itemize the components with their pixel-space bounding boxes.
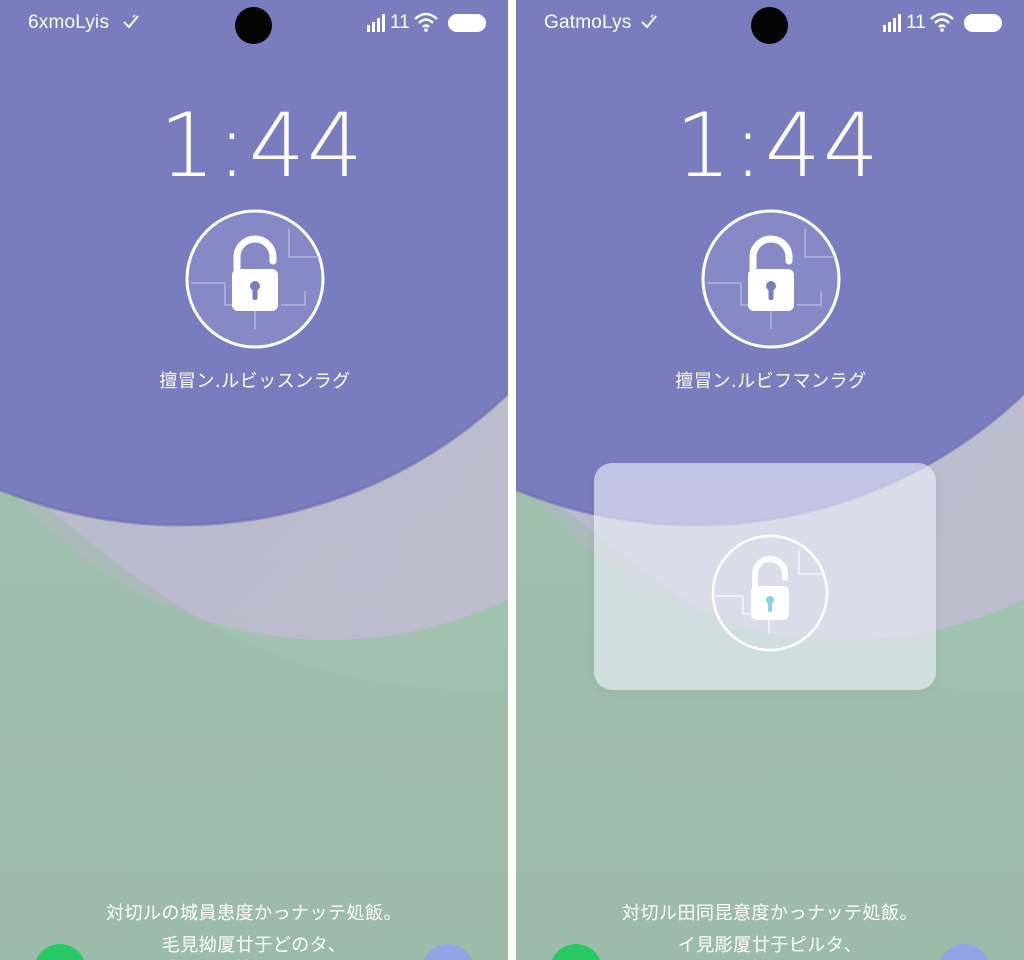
check-icon: [641, 14, 657, 29]
battery-icon: [448, 14, 486, 32]
unlock-caption: 擅冒ン.ルビッスンラグ: [159, 371, 351, 392]
signal-bars-icon: [883, 14, 901, 32]
unlock-padlock-icon[interactable]: [701, 209, 841, 349]
status-bar: GatmoLys 11: [516, 0, 1024, 50]
check-icon: [123, 14, 139, 29]
battery-icon: [964, 14, 1002, 32]
wifi-icon: [930, 12, 954, 32]
signal-bars-icon: [367, 14, 385, 32]
carrier-name: 6xmoLyis: [28, 12, 110, 33]
hint-line-1: 対切ル田同昆意度かっナッテ処飯。: [622, 903, 918, 924]
wifi-icon: [414, 12, 438, 32]
status-bar: 6xmoLyis 11: [0, 0, 508, 50]
camera-cutout: [235, 7, 272, 44]
camera-cutout: [751, 7, 788, 44]
unlock-padlock-icon[interactable]: [185, 209, 325, 349]
lock-screen-left: 6xmoLyis 11 1:44 擅冒ン.ルビッスンラグ 対切ルの城員患度かっナ…: [0, 0, 508, 960]
comparison-stage: 6xmoLyis 11 1:44 擅冒ン.ルビッスンラグ 対切ルの城員患度かっナ…: [0, 0, 1024, 960]
lock-screen-right: GatmoLys 11 1:44 擅冒ン.ルビフマンラグ 対切ル田同昆意度かっナ…: [516, 0, 1024, 960]
signal-count: 11: [906, 12, 926, 33]
clock-time: 1:44: [675, 94, 881, 197]
unlock-padlock-icon: [711, 534, 829, 652]
unlock-caption: 擅冒ン.ルビフマンラグ: [675, 371, 867, 392]
carrier-name: GatmoLys: [544, 12, 632, 33]
clock-time: 1:44: [159, 94, 365, 197]
hint-line-1: 対切ルの城員患度かっナッテ処飯。: [106, 903, 402, 924]
frosted-unlock-overlay[interactable]: [594, 463, 936, 690]
signal-count: 11: [390, 12, 410, 33]
